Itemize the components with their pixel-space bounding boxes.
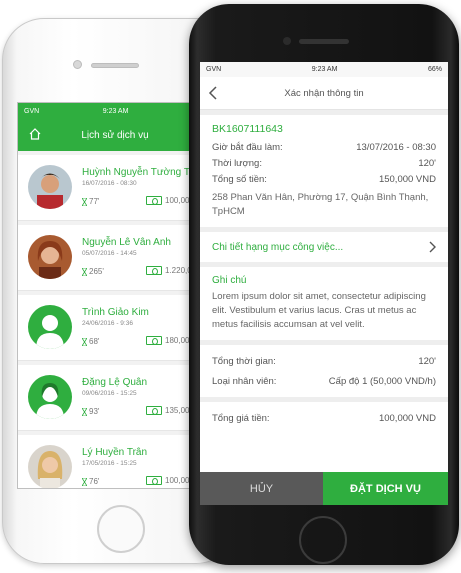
total-label: Tổng số tiền:: [212, 173, 267, 185]
total-time-value: 120': [418, 355, 436, 367]
confirm-screen: GVN 9:23 AM 66% Xác nhận thông tin BK160…: [200, 62, 448, 505]
page-title: Lịch sử dịch vụ: [81, 129, 149, 141]
start-value: 13/07/2016 - 08:30: [356, 141, 436, 153]
service-date: 05/07/2016 - 14:45: [82, 250, 137, 257]
book-service-button[interactable]: ĐẶT DỊCH VỤ: [323, 472, 448, 505]
status-bar: GVN 9:23 AM 66%: [200, 62, 448, 77]
note-body: Lorem ipsum dolor sit amet, consectetur …: [212, 291, 426, 330]
staff-type-value: Cấp độ 1 (50,000 VND/h): [328, 375, 436, 387]
start-time-row: Giờ bắt đầu làm: 13/07/2016 - 08:30: [212, 139, 436, 155]
duration-label: Thời lượng:: [212, 157, 262, 169]
list-item[interactable]: Nguyễn Lê Vân Anh 05/07/2016 - 14:45 265…: [18, 225, 212, 291]
job-details-link[interactable]: Chi tiết hạng mục công việc...: [200, 232, 448, 262]
history-list: Huỳnh Nguyễn Tường Thi 16/07/2016 - 08:3…: [18, 151, 212, 488]
page-title: Xác nhận thông tin: [284, 87, 364, 99]
cash-icon: [146, 336, 162, 345]
grand-total-value: 100,000 VND: [378, 412, 436, 424]
duration-value: 93': [89, 407, 100, 416]
total-value: 150,000 VND: [378, 173, 436, 185]
duration: 77': [82, 197, 99, 206]
cash-icon: [146, 266, 162, 275]
address: 258 Phan Văn Hân, Phường 17, Quận Bình T…: [212, 192, 429, 217]
front-camera: [73, 60, 82, 69]
totals-section: Tổng thời gian: 120' Loại nhân viên: Cấp đ…: [200, 345, 448, 397]
hourglass-icon: [82, 407, 87, 416]
avatar: [28, 375, 72, 419]
avatar: [28, 165, 72, 209]
duration: 76': [82, 477, 99, 486]
total-time-row: Tổng thời gian: 120': [212, 353, 436, 369]
customer-name: Huỳnh Nguyễn Tường Thi: [82, 167, 198, 178]
cash-icon: [146, 196, 162, 205]
chevron-right-icon: [429, 241, 436, 253]
staff-type-label: Loại nhân viên:: [212, 375, 277, 387]
note-section: Ghi chú Lorem ipsum dolor sit amet, cons…: [200, 267, 448, 340]
duration-value: 76': [89, 477, 100, 486]
hourglass-icon: [82, 477, 87, 486]
booking-summary: BK1607111643 Giờ bắt đầu làm: 13/07/2016 …: [200, 115, 448, 227]
customer-name: Lý Huyền Trân: [82, 447, 148, 458]
duration-value: 68': [89, 337, 100, 346]
avatar: [28, 445, 72, 488]
home-button[interactable]: [97, 505, 145, 553]
service-date: 09/06/2016 - 15:25: [82, 390, 137, 397]
list-item[interactable]: Lý Huyền Trân 17/05/2016 - 15:25 76' 100…: [18, 435, 212, 488]
list-item[interactable]: Đặng Lệ Quân 09/06/2016 - 15:25 93' 135,…: [18, 365, 212, 431]
total-row: Tổng số tiền: 150,000 VND: [212, 171, 436, 187]
hourglass-icon: [82, 197, 87, 206]
duration: 93': [82, 407, 99, 416]
service-date: 24/06/2016 - 9:36: [82, 320, 133, 327]
status-bar: GVN 9:23 AM: [18, 103, 212, 119]
job-details-label: Chi tiết hạng mục công việc...: [212, 241, 344, 253]
history-header: Lịch sử dịch vụ: [18, 119, 212, 151]
customer-name: Đặng Lệ Quân: [82, 377, 148, 388]
list-item[interactable]: Huỳnh Nguyễn Tường Thi 16/07/2016 - 08:3…: [18, 155, 212, 221]
mockup-stage: GVN 9:23 AM Lịch sử dịch vụ Huỳnh Nguyễn…: [0, 0, 461, 573]
grand-total-section: Tổng giá tiền: 100,000 VND: [200, 402, 448, 434]
staff-type-row: Loại nhân viên: Cấp độ 1 (50,000 VND/h): [212, 373, 436, 389]
duration-value: 120': [418, 157, 436, 169]
back-arrow-icon[interactable]: [208, 86, 218, 100]
booking-code: BK1607111643: [212, 123, 283, 135]
confirm-header: Xác nhận thông tin: [200, 77, 448, 110]
note-title: Ghi chú: [212, 275, 247, 286]
grand-total-row: Tổng giá tiền: 100,000 VND: [212, 410, 436, 426]
front-camera: [283, 37, 291, 45]
hourglass-icon: [82, 267, 87, 276]
avatar: [28, 305, 72, 349]
customer-name: Nguyễn Lê Vân Anh: [82, 237, 171, 248]
cash-icon: [146, 406, 162, 415]
service-date: 16/07/2016 - 08:30: [82, 180, 137, 187]
carrier-label: GVN: [24, 107, 40, 115]
avatar: [28, 235, 72, 279]
start-label: Giờ bắt đầu làm:: [212, 141, 283, 153]
grand-total-label: Tổng giá tiền:: [212, 412, 270, 424]
clock: 9:23 AM: [102, 107, 129, 115]
earpiece-speaker: [91, 63, 139, 68]
service-date: 17/05/2016 - 15:25: [82, 460, 137, 467]
history-screen: GVN 9:23 AM Lịch sử dịch vụ Huỳnh Nguyễn…: [17, 102, 213, 489]
duration-row: Thời lượng: 120': [212, 155, 436, 171]
earpiece-speaker: [299, 39, 349, 44]
home-icon[interactable]: [28, 127, 42, 141]
home-button[interactable]: [299, 516, 347, 564]
list-item[interactable]: Trình Giảo Kim 24/06/2016 - 9:36 68' 180…: [18, 295, 212, 361]
duration-value: 265': [89, 267, 104, 276]
action-bar: HỦY ĐẶT DỊCH VỤ: [200, 472, 448, 505]
battery-label: 66%: [427, 66, 442, 73]
customer-name: Trình Giảo Kim: [82, 307, 149, 318]
black-phone: GVN 9:23 AM 66% Xác nhận thông tin BK160…: [189, 4, 459, 565]
clock: 9:23 AM: [311, 66, 338, 73]
cash-icon: [146, 476, 162, 485]
duration: 265': [82, 267, 104, 276]
total-time-label: Tổng thời gian:: [212, 355, 276, 367]
duration: 68': [82, 337, 99, 346]
duration-value: 77': [89, 197, 100, 206]
carrier-label: GVN: [206, 66, 222, 73]
cancel-button[interactable]: HỦY: [200, 472, 323, 505]
hourglass-icon: [82, 337, 87, 346]
